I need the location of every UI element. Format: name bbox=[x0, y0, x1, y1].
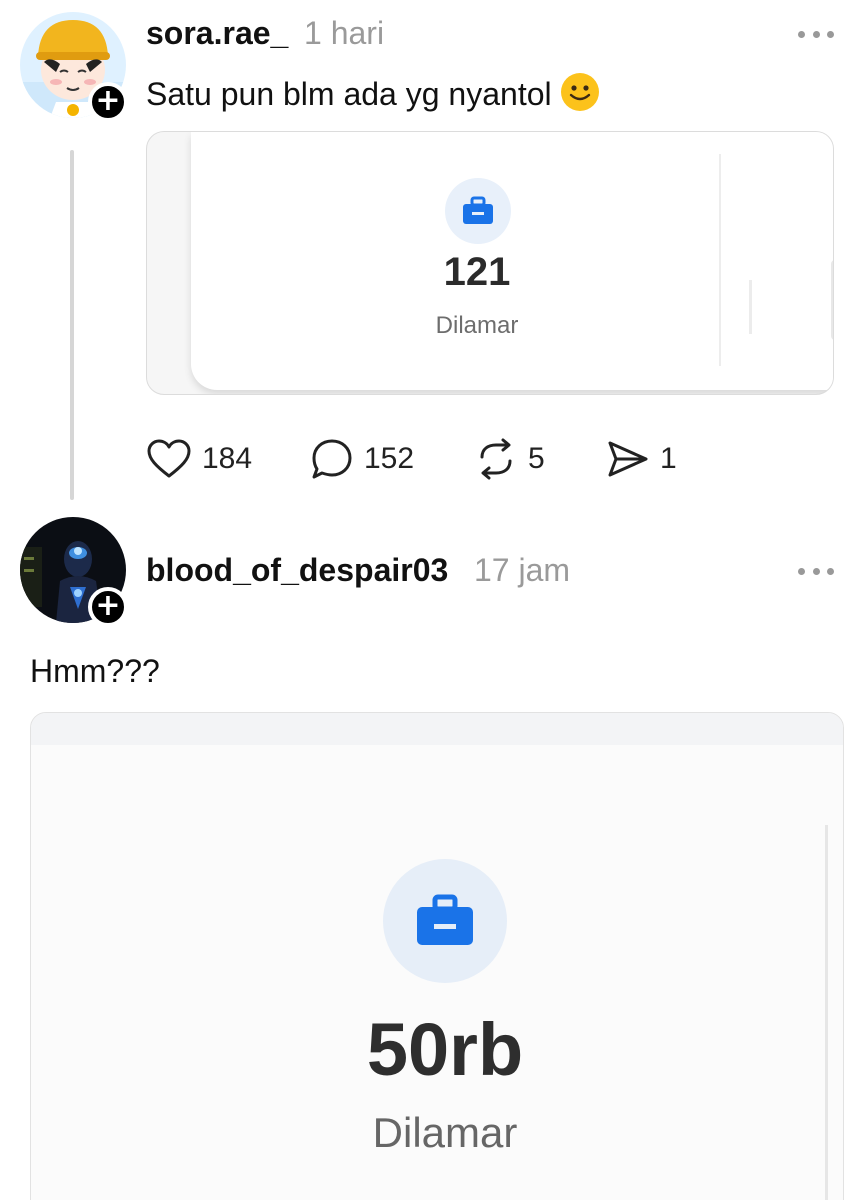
divider bbox=[719, 154, 721, 366]
follow-plus-icon[interactable]: + bbox=[88, 82, 128, 122]
applied-count: 50rb bbox=[366, 1008, 524, 1091]
post-text-content: Satu pun blm ada yg nyantol bbox=[146, 76, 552, 112]
more-options-icon[interactable] bbox=[798, 28, 834, 40]
briefcase-icon bbox=[445, 178, 511, 244]
post-text: Satu pun blm ada yg nyantol bbox=[146, 72, 600, 113]
share-button[interactable]: 1 bbox=[606, 436, 677, 482]
repost-icon bbox=[480, 438, 512, 480]
applied-label: Dilamar bbox=[435, 312, 519, 339]
briefcase-icon bbox=[383, 859, 507, 983]
attached-image-card[interactable]: 50rb Dilamar bbox=[30, 712, 844, 1200]
post-time: 1 hari bbox=[304, 15, 385, 51]
faded-mark bbox=[749, 280, 752, 334]
share-count: 1 bbox=[660, 442, 677, 475]
comment-button[interactable]: 152 bbox=[310, 436, 414, 482]
image-top-band bbox=[31, 713, 843, 745]
more-options-icon[interactable] bbox=[798, 565, 834, 577]
post: + sora.rae_ 1 hari Satu pun blm ada yg n… bbox=[0, 0, 864, 505]
username[interactable]: blood_of_despair03 bbox=[146, 552, 448, 589]
post-time: 17 jam bbox=[474, 552, 571, 588]
heart-icon bbox=[147, 439, 191, 478]
username[interactable]: sora.rae_ bbox=[146, 15, 288, 52]
thread-line bbox=[70, 150, 74, 500]
stat-card: 50rb Dilamar bbox=[31, 745, 843, 1200]
post: + blood_of_despair03 17 jam Hmm??? 50rb … bbox=[0, 505, 864, 1200]
applied-count: 121 bbox=[443, 250, 511, 294]
send-icon bbox=[608, 441, 648, 477]
attached-image-card[interactable]: 121 Dilamar bbox=[146, 131, 834, 395]
post-text: Hmm??? bbox=[30, 653, 160, 689]
comment-count: 152 bbox=[364, 442, 415, 475]
applied-label: Dilamar bbox=[372, 1109, 518, 1156]
like-count: 184 bbox=[202, 442, 253, 475]
smile-emoji-icon bbox=[560, 73, 599, 111]
repost-button[interactable]: 5 bbox=[474, 436, 545, 482]
faded-mark bbox=[831, 260, 833, 340]
stat-card: 121 Dilamar bbox=[191, 132, 833, 390]
like-button[interactable]: 184 bbox=[146, 436, 252, 482]
divider bbox=[825, 825, 828, 1200]
repost-count: 5 bbox=[528, 442, 545, 475]
follow-plus-icon[interactable]: + bbox=[88, 587, 128, 627]
comment-icon bbox=[312, 439, 352, 479]
